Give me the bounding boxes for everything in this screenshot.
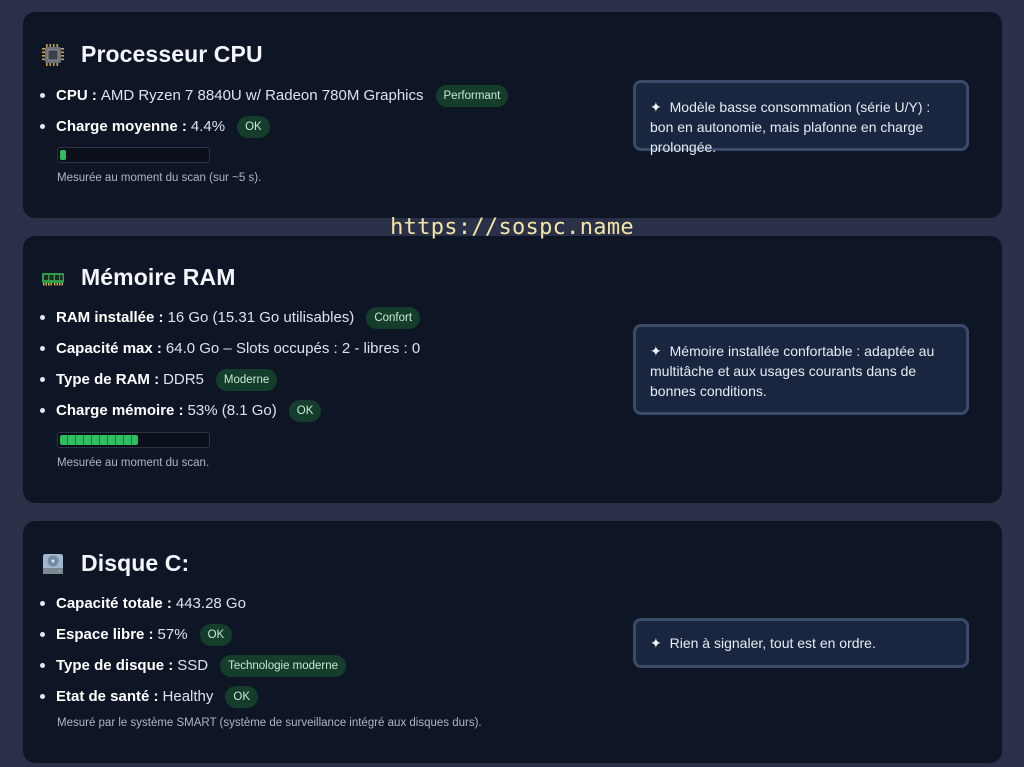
ram-type-label: Type de RAM : [56, 371, 160, 388]
disk-free-value: 57% [157, 626, 188, 643]
status-badge: OK [288, 399, 322, 422]
ram-card: Mémoire RAM RAM installée : 16 Go (15.31… [23, 236, 1002, 503]
ram-note: Mesurée au moment du scan. [57, 457, 210, 469]
sparkle-icon: ✦ [650, 99, 662, 115]
cpu-card: Processeur CPU CPU : AMD Ryzen 7 8840U w… [23, 12, 1002, 218]
status-badge: Technologie moderne [220, 654, 347, 677]
disk-note: Mesuré par le système SMART (système de … [57, 717, 482, 729]
cpu-load-value: 4.4% [190, 118, 226, 135]
ram-load-bar [57, 432, 210, 448]
ram-type-value: DDR5 [163, 371, 204, 388]
status-badge: OK [199, 623, 233, 646]
disk-health-label: Etat de santé : [56, 688, 159, 705]
cpu-model-label: CPU : [56, 87, 97, 104]
cpu-model-value: AMD Ryzen 7 8840U w/ Radeon 780M Graphic… [100, 87, 424, 104]
ram-type-row: Type de RAM : DDR5 Moderne [38, 364, 420, 395]
status-badge: OK [237, 115, 270, 138]
cpu-load-row: Charge moyenne : 4.4% OK [38, 111, 508, 142]
ram-load-value: 53% (8.1 Go) [187, 402, 277, 419]
status-badge: OK [225, 685, 259, 708]
cpu-model-row: CPU : AMD Ryzen 7 8840U w/ Radeon 780M G… [38, 80, 509, 111]
watermark-url: https://sospc.name [390, 215, 634, 240]
ram-load-row: Charge mémoire : 53% (8.1 Go) OK [38, 395, 420, 426]
disk-advice-box: ✦ Rien à signaler, tout est en ordre. [633, 618, 969, 668]
ram-info-list: RAM installée : 16 Go (15.31 Go utilisab… [38, 302, 420, 426]
cpu-note: Mesurée au moment du scan (sur ~5 s). [57, 172, 262, 184]
status-badge: Confort [366, 306, 421, 329]
disk-advice-text: Rien à signaler, tout est en ordre. [669, 635, 876, 651]
disk-type-row: Type de disque : SSD Technologie moderne [38, 650, 347, 681]
ram-capacity-value: 64.0 Go – Slots occupés : 2 - libres : 0 [165, 340, 421, 357]
ram-module-icon [42, 272, 64, 285]
ram-load-label: Charge mémoire : [56, 402, 184, 419]
disk-info-list: Capacité totale : 443.28 Go Espace libre… [38, 588, 347, 712]
cpu-advice-text: Modèle basse consommation (série U/Y) : … [650, 99, 931, 155]
cpu-title: Processeur CPU [81, 41, 263, 67]
disk-health-row: Etat de santé : Healthy OK [38, 681, 346, 712]
ram-capacity-label: Capacité max : [56, 340, 162, 357]
ram-installed-row: RAM installée : 16 Go (15.31 Go utilisab… [38, 302, 421, 333]
disk-card: Disque C: Capacité totale : 443.28 Go Es… [23, 521, 1002, 763]
cpu-chip-icon [42, 43, 64, 66]
cpu-advice-box: ✦ Modèle basse consommation (série U/Y) … [633, 80, 969, 155]
disk-health-value: Healthy [162, 688, 214, 705]
ram-title: Mémoire RAM [81, 264, 236, 290]
ram-card-header: Mémoire RAM [41, 264, 235, 291]
ram-advice-box: ✦ Mémoire installée confortable : adapté… [633, 324, 969, 415]
disk-capacity-row: Capacité totale : 443.28 Go [38, 588, 346, 619]
ram-advice-text: Mémoire installée confortable : adaptée … [650, 343, 935, 399]
status-badge: Moderne [215, 368, 278, 391]
sparkle-icon: ✦ [650, 635, 662, 651]
disk-free-row: Espace libre : 57% OK [38, 619, 346, 650]
disk-capacity-value: 443.28 Go [175, 595, 246, 612]
ram-load-bar-fill [60, 435, 138, 445]
disk-free-label: Espace libre : [56, 626, 154, 643]
cpu-card-header: Processeur CPU [41, 41, 263, 68]
disk-title: Disque C: [81, 550, 190, 576]
disk-card-header: Disque C: [41, 550, 189, 577]
sparkle-icon: ✦ [650, 343, 662, 359]
disk-type-value: SSD [177, 657, 209, 674]
disk-capacity-label: Capacité totale : [56, 595, 172, 612]
ram-capacity-row: Capacité max : 64.0 Go – Slots occupés :… [38, 333, 420, 364]
disk-type-label: Type de disque : [56, 657, 174, 674]
cpu-load-bar [57, 147, 210, 163]
hard-disk-icon [43, 553, 63, 574]
cpu-load-label: Charge moyenne : [56, 118, 187, 135]
ram-installed-value: 16 Go (15.31 Go utilisables) [167, 309, 355, 326]
ram-installed-label: RAM installée : [56, 309, 164, 326]
cpu-load-bar-fill [60, 150, 66, 160]
status-badge: Performant [435, 84, 509, 107]
cpu-info-list: CPU : AMD Ryzen 7 8840U w/ Radeon 780M G… [38, 80, 509, 142]
